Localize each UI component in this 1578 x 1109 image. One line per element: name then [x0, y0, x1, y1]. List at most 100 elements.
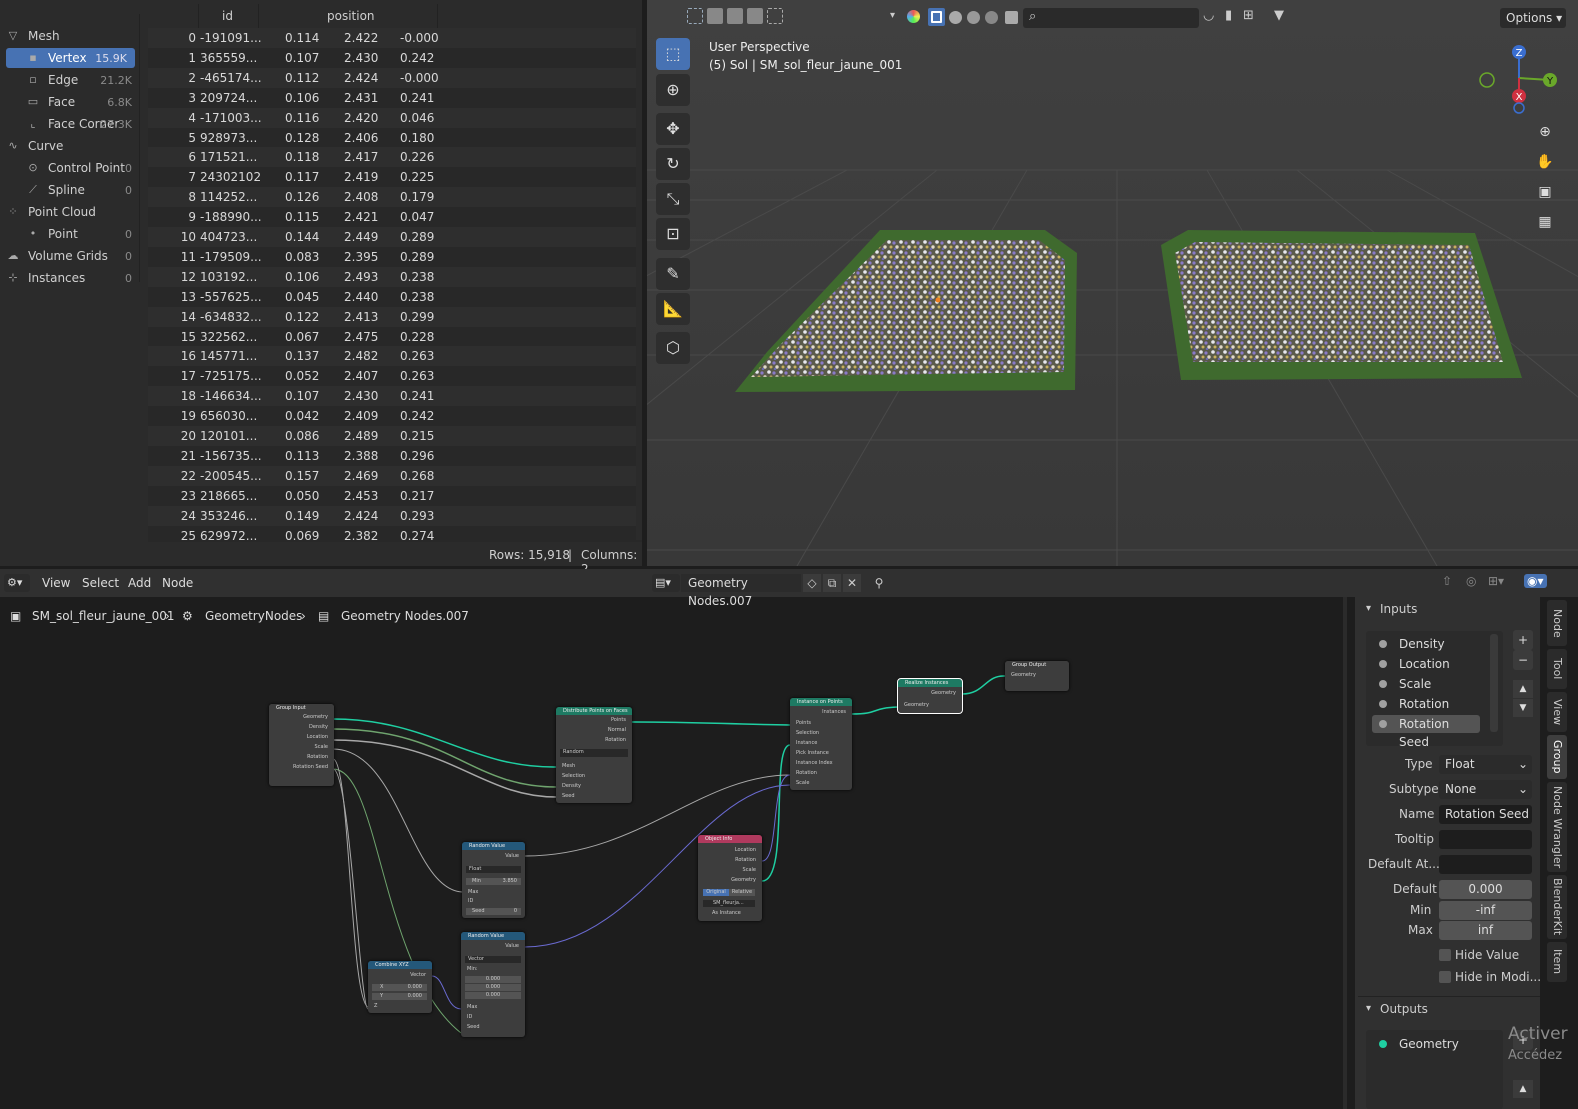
panel-resize-bar[interactable]: [1343, 597, 1347, 1109]
overlays-icon[interactable]: ◉▾: [1524, 574, 1547, 588]
dataset-item[interactable]: ∿ Curve: [0, 136, 140, 156]
list-item[interactable]: Scale: [1372, 675, 1480, 693]
default-attribute-field[interactable]: [1439, 855, 1532, 874]
list-scrollbar[interactable]: [1490, 634, 1498, 732]
dataset-item[interactable]: • Point 0: [0, 224, 140, 244]
snap-icon[interactable]: ◎: [1466, 574, 1476, 588]
list-item[interactable]: Location: [1372, 655, 1480, 673]
table-row[interactable]: 9 -188990... 0.115 2.421 0.047: [148, 207, 642, 228]
random-value-float-node[interactable]: Random Value Value Float Min 3.850 Max ID…: [462, 842, 525, 918]
move-down-icon[interactable]: ▼: [1513, 699, 1533, 717]
pan-hand-icon[interactable]: ✋: [1533, 154, 1557, 176]
collapse-icon[interactable]: ▾: [1366, 1003, 1371, 1014]
object-picker-field[interactable]: SM_fleurja...: [703, 900, 755, 907]
group-input-node[interactable]: Group Input Geometry Density Location Sc…: [269, 704, 334, 786]
viewport-header-icons[interactable]: ◡ ▮ ⊞ ▼: [1203, 8, 1297, 28]
combine-xyz-node[interactable]: Combine XYZ Vector X 0.000 Y 0.000 Z: [368, 961, 432, 1013]
remove-input-icon[interactable]: −: [1513, 650, 1533, 670]
table-row[interactable]: 5 928973... 0.128 2.406 0.180: [148, 127, 642, 148]
table-row[interactable]: 8 114252... 0.126 2.408 0.179: [148, 187, 642, 208]
visibility-icon[interactable]: ◡: [1203, 8, 1214, 23]
list-item[interactable]: Rotation: [1372, 695, 1480, 713]
inputs-panel-title[interactable]: Inputs: [1380, 602, 1417, 616]
tab-node-wrangler[interactable]: Node Wrangler: [1547, 782, 1567, 872]
filter-icon[interactable]: ▼: [1274, 8, 1284, 23]
bookmark-icon[interactable]: ▮: [1225, 8, 1232, 23]
default-value-field[interactable]: 0.000: [1439, 880, 1532, 899]
rotate-tool[interactable]: ↻: [656, 148, 690, 180]
type-dropdown[interactable]: Float ⌄: [1439, 755, 1532, 774]
tab-view[interactable]: View: [1547, 692, 1567, 732]
navigation-gizmo[interactable]: Z Y X: [1476, 40, 1566, 116]
dataset-item[interactable]: ⊹ Instances 0: [0, 268, 140, 288]
instance-on-points-node[interactable]: Instance on Points Instances Points Sele…: [790, 698, 852, 790]
table-row[interactable]: 25 629972... 0.069 2.382 0.274: [148, 525, 642, 542]
tab-item[interactable]: Item: [1547, 942, 1567, 982]
max-value-field[interactable]: inf: [1439, 921, 1532, 940]
object-info-node[interactable]: Object Info Location Rotation Scale Geom…: [698, 835, 762, 921]
table-scrollbar[interactable]: [636, 20, 642, 540]
table-row[interactable]: 3 209724... 0.106 2.431 0.241: [148, 87, 642, 108]
tab-node[interactable]: Node: [1547, 600, 1567, 646]
select-box-tool[interactable]: ⬚: [656, 38, 690, 70]
transform-tool[interactable]: ⊡: [656, 218, 690, 250]
table-row[interactable]: 15 322562... 0.067 2.475 0.228: [148, 326, 642, 347]
add-cube-tool[interactable]: ⬡: [656, 332, 690, 364]
subtype-dropdown[interactable]: None ⌄: [1439, 780, 1532, 799]
cursor-tool[interactable]: ⊕: [656, 74, 690, 106]
table-row[interactable]: 19 656030... 0.042 2.409 0.242: [148, 406, 642, 427]
viewport-search-input[interactable]: ⌕: [1023, 8, 1199, 28]
dataset-item[interactable]: ▫ Edge 21.2K: [0, 70, 140, 90]
combine-y-field[interactable]: Y 0.000: [372, 993, 427, 1000]
3d-viewport[interactable]: ▾ ⌕ ◡ ▮ ⊞ ▼ Options ▾ User Perspective (…: [647, 0, 1578, 566]
vector-x-field[interactable]: 0.000: [465, 976, 521, 983]
options-button[interactable]: Options ▾: [1500, 8, 1566, 28]
annotate-tool[interactable]: ✎: [656, 258, 690, 290]
relative-toggle[interactable]: Relative: [729, 889, 755, 896]
parent-node-icon[interactable]: ⇧: [1442, 574, 1452, 588]
random1-min-field[interactable]: Min 3.850: [466, 878, 521, 885]
chevron-down-icon[interactable]: ▾: [890, 10, 902, 22]
table-row[interactable]: 11 -179509... 0.083 2.395 0.289: [148, 246, 642, 267]
as-instance-checkbox[interactable]: As Instance: [712, 910, 741, 916]
tooltip-field[interactable]: [1439, 830, 1532, 849]
dataset-item[interactable]: ▪ Vertex 15.9K: [6, 48, 135, 68]
move-up-icon[interactable]: ▲: [1513, 680, 1533, 698]
node-editor-right-icons[interactable]: ⇧ ◎ ⊞▾ ◉▾: [1440, 574, 1560, 592]
select-mode-buttons[interactable]: [687, 8, 787, 28]
vector-z-field[interactable]: 0.000: [465, 992, 521, 999]
tab-tool[interactable]: Tool: [1547, 649, 1567, 689]
random2-type-dropdown[interactable]: Vector: [465, 956, 521, 963]
random1-type-dropdown[interactable]: Float: [466, 866, 521, 873]
shading-mode-buttons[interactable]: [928, 8, 1028, 26]
view-layer-icon[interactable]: ⊞: [1243, 8, 1254, 23]
table-row[interactable]: 2 -465174... 0.112 2.424 -0.000: [148, 67, 642, 88]
column-header-position[interactable]: position: [327, 9, 375, 23]
table-row[interactable]: 17 -725175... 0.052 2.407 0.263: [148, 366, 642, 387]
add-input-icon[interactable]: +: [1513, 630, 1533, 650]
table-row[interactable]: 6 171521... 0.118 2.417 0.226: [148, 147, 642, 168]
list-item-selected[interactable]: Rotation Seed: [1372, 715, 1480, 749]
move-tool[interactable]: ✥: [656, 113, 690, 145]
distribute-points-node[interactable]: Distribute Points on Faces Points Normal…: [556, 707, 632, 803]
table-row[interactable]: 7 24302102 0.117 2.419 0.225: [148, 167, 642, 188]
table-row[interactable]: 1 365559... 0.107 2.430 0.242: [148, 47, 642, 68]
table-row[interactable]: 20 120101... 0.086 2.489 0.215: [148, 426, 642, 446]
group-output-node[interactable]: Group Output Geometry: [1005, 661, 1069, 691]
camera-icon[interactable]: ▣: [1533, 184, 1557, 206]
table-row[interactable]: 14 -634832... 0.122 2.413 0.299: [148, 306, 642, 327]
random-value-vector-node[interactable]: Random Value Value Vector Min: 0.000 0.0…: [461, 932, 525, 1037]
dataset-item[interactable]: ☁ Volume Grids 0: [0, 246, 140, 266]
collapse-icon[interactable]: ▾: [1366, 603, 1371, 614]
realize-instances-node[interactable]: Realize Instances Geometry Geometry: [897, 678, 963, 714]
table-row[interactable]: 22 -200545... 0.157 2.469 0.268: [148, 465, 642, 486]
tab-group[interactable]: Group: [1547, 735, 1567, 779]
table-row[interactable]: 18 -146634... 0.107 2.430 0.241: [148, 386, 642, 407]
table-row[interactable]: 10 404723... 0.144 2.449 0.289: [148, 227, 642, 247]
overlay-icon[interactable]: [907, 10, 920, 23]
outputs-panel-title[interactable]: Outputs: [1380, 1002, 1428, 1016]
dataset-item[interactable]: ⟋ Spline 0: [0, 180, 140, 200]
tab-blenderkit[interactable]: BlenderKit: [1547, 875, 1567, 939]
node-editor[interactable]: ⚙▾ View Select Add Node ▤▾ Geometry Node…: [0, 569, 1578, 1109]
move-up-icon[interactable]: ▲: [1513, 1080, 1533, 1098]
